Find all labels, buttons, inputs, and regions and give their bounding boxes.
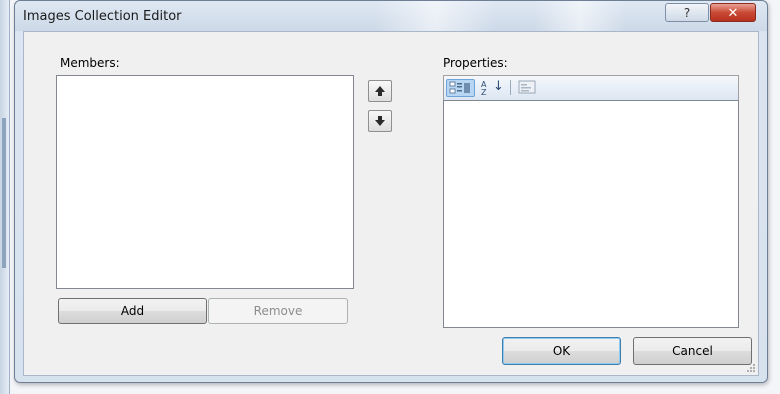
members-list[interactable]: [56, 75, 354, 289]
property-grid-toolbar: A Z ↓: [443, 75, 739, 100]
move-down-button[interactable]: [368, 110, 392, 132]
add-button[interactable]: Add: [58, 298, 207, 324]
remove-button-label: Remove: [253, 304, 303, 318]
arrow-down-icon: [375, 116, 385, 126]
property-grid[interactable]: [443, 100, 739, 328]
title-bar-highlight: [535, 1, 625, 31]
categorized-view-button[interactable]: [446, 79, 475, 97]
add-button-label: Add: [120, 304, 145, 318]
members-label: Members:: [60, 56, 120, 70]
remove-button[interactable]: Remove: [208, 298, 348, 324]
sort-arrow-icon: ↓: [493, 79, 504, 94]
background-splitter: [2, 118, 6, 268]
dialog-title: Images Collection Editor: [23, 9, 182, 24]
help-button[interactable]: ?: [665, 3, 709, 22]
cancel-button-label: Cancel: [672, 344, 713, 358]
background-left-panel: [0, 0, 10, 394]
alphabetical-view-button[interactable]: A Z ↓: [478, 79, 504, 97]
title-bar-highlight: [375, 1, 495, 31]
svg-text:Z: Z: [481, 88, 487, 97]
close-button[interactable]: ✕: [710, 3, 756, 22]
move-up-button[interactable]: [368, 80, 392, 102]
cancel-button[interactable]: Cancel: [633, 337, 752, 365]
help-icon: ?: [683, 6, 691, 20]
title-bar[interactable]: Images Collection Editor ? ✕: [15, 1, 767, 31]
property-pages-icon: [518, 80, 536, 94]
ok-button[interactable]: OK: [502, 337, 621, 365]
close-icon: ✕: [727, 6, 739, 21]
ok-button-label: OK: [552, 344, 571, 358]
categorized-icon: [449, 81, 470, 94]
resize-grip-icon[interactable]: [746, 363, 756, 373]
alphabetical-sort-icon: A Z: [481, 80, 487, 97]
properties-label: Properties:: [443, 56, 508, 70]
arrow-up-icon: [375, 86, 385, 96]
dialog-client-area: Members: Add Remove Properties: A Z ↓ OK…: [23, 31, 759, 376]
images-collection-editor-dialog: Images Collection Editor ? ✕ Members: Ad…: [14, 0, 768, 383]
property-pages-button[interactable]: [516, 79, 540, 97]
toolbar-separator: [510, 80, 511, 95]
